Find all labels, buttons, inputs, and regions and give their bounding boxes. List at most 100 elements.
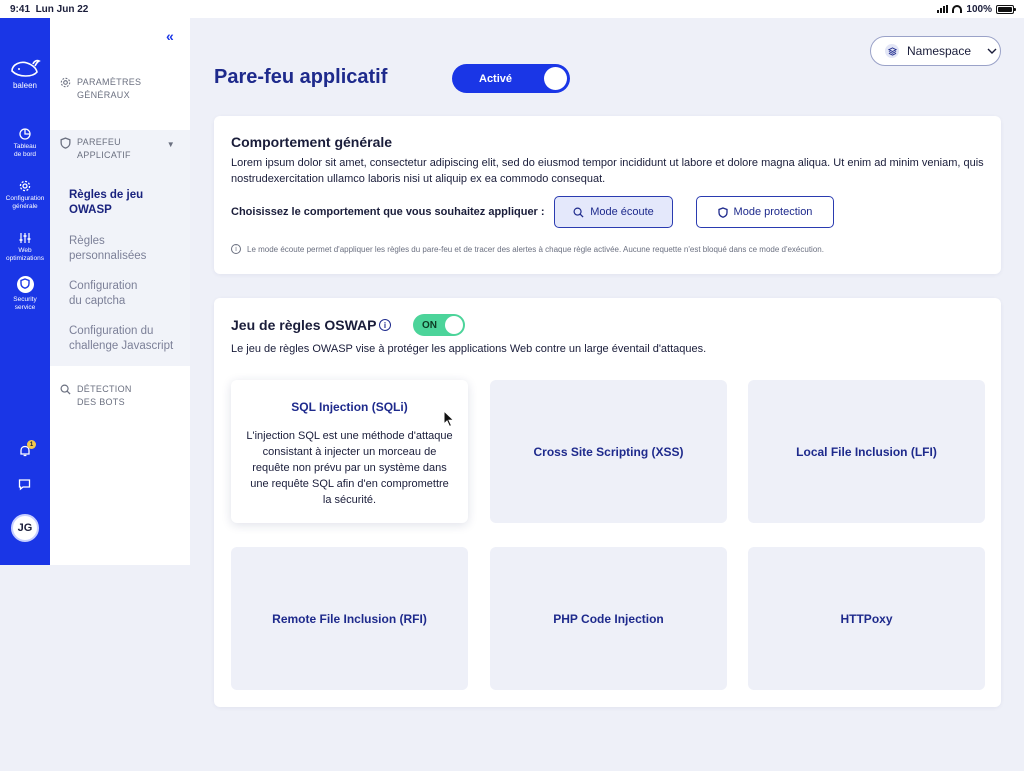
rail-item-label: Web (18, 247, 32, 254)
oswap-card: Jeu de règles OSWAP i ON Le jeu de règle… (214, 298, 1001, 707)
rule-tile-xss[interactable]: Cross Site Scripting (XSS) (490, 380, 727, 523)
rule-tile-httpoxy[interactable]: HTTPoxy (748, 547, 985, 690)
rail-item-label: service (14, 304, 36, 311)
nav-section-firewall[interactable]: PAREFEU APPLICATIF ▼ (60, 136, 185, 162)
rule-title: SQL Injection (SQLi) (291, 400, 408, 414)
rule-tile-lfi[interactable]: Local File Inclusion (LFI) (748, 380, 985, 523)
battery-icon (996, 4, 1016, 14)
page-title: Pare-feu applicatif (214, 66, 388, 88)
nav-section-bot-detection[interactable]: DÉTECTION DES BOTS (60, 383, 185, 409)
user-avatar[interactable]: JG (11, 514, 39, 542)
nav-label-line: APPLICATIF (77, 150, 131, 160)
nav-item-custom-rules[interactable]: Règles personnalisées (69, 234, 187, 264)
nav-item-owasp-rules[interactable]: Règles de jeu OWASP (69, 188, 187, 218)
rail-item-label: optimizations (6, 255, 44, 262)
nav-label-line: Règles de jeu (69, 189, 144, 201)
nav-label-line: Règles (69, 235, 105, 247)
namespace-dropdown[interactable]: Namespace (870, 36, 1001, 66)
rail-item-general-config[interactable]: Configuration générale (0, 180, 50, 211)
rail-item-dashboard[interactable]: Tableau de bord (0, 128, 50, 159)
app-rail: baleen Tableau de bord Configuration gén… (0, 18, 50, 565)
behavior-title: Comportement générale (231, 134, 393, 150)
firewall-active-toggle[interactable]: Activé (452, 64, 570, 93)
nav-label-line: personnalisées (69, 250, 147, 262)
rail-item-label: Security (13, 296, 37, 303)
pie-chart-icon (19, 128, 31, 140)
nav-group-firewall: PAREFEU APPLICATIF ▼ Règles de jeu OWASP… (50, 130, 190, 366)
shield-icon (60, 137, 71, 149)
rule-title: HTTPoxy (840, 611, 893, 626)
rail-item-label: Tableau (13, 143, 37, 150)
nav-item-js-challenge-config[interactable]: Configuration du challenge Javascript (69, 324, 187, 354)
status-time: 9:41 (10, 3, 31, 15)
rail-item-label: générale (12, 203, 38, 210)
status-bar: 9:41 Lun Jun 22 100% (0, 0, 1024, 18)
shield-icon (20, 277, 30, 289)
rule-title: Remote File Inclusion (RFI) (272, 611, 427, 626)
nav-label-line: Configuration (69, 280, 138, 292)
nav-label-line: OWASP (69, 204, 112, 216)
search-icon (60, 384, 71, 395)
rail-item-security-service[interactable]: Security service (0, 276, 50, 312)
nav-label-line: PAREFEU (77, 137, 121, 147)
rule-tile-sqli[interactable]: SQL Injection (SQLi) L'injection SQL est… (231, 380, 468, 523)
info-note-text: Le mode écoute permet d'appliquer les rè… (247, 244, 824, 254)
shield-icon (717, 206, 728, 218)
behavior-description: Lorem ipsum dolor sit amet, consectetur … (231, 157, 984, 185)
nav-label-line: du captcha (69, 295, 126, 307)
behavior-info-note: i Le mode écoute permet d'appliquer les … (231, 244, 824, 254)
info-icon: i (231, 244, 241, 254)
gear-icon (19, 180, 31, 192)
notification-badge: 1 (27, 440, 36, 449)
mouse-cursor-icon (443, 410, 455, 428)
nav-section-general-params[interactable]: PARAMÈTRES GÉNÉRAUX (60, 76, 185, 102)
rule-description: L'injection SQL est une méthode d'attaqu… (246, 430, 453, 506)
mode-listen-label: Mode écoute (590, 206, 654, 218)
status-indicators: 100% (937, 4, 1016, 15)
chevron-down-icon: ▼ (166, 140, 175, 149)
search-icon (573, 207, 584, 218)
wifi-icon (952, 5, 963, 13)
sub-navigation: « PARAMÈTRES GÉNÉRAUX PAREFEU APPLICATIF… (50, 18, 190, 565)
info-icon[interactable]: i (379, 319, 391, 331)
security-active-indicator (16, 276, 34, 293)
nav-section-label: PARAMÈTRES GÉNÉRAUX (77, 76, 141, 102)
nav-label-line: challenge Javascript (69, 340, 174, 352)
toggle-label: ON (422, 319, 437, 331)
mode-listen-button[interactable]: Mode écoute (554, 196, 673, 228)
whale-icon (11, 59, 41, 77)
status-date: Lun Jun 22 (35, 3, 89, 15)
mode-protection-label: Mode protection (733, 206, 813, 218)
nav-label-line: Configuration du (69, 325, 154, 337)
rail-item-label: Configuration (5, 195, 45, 202)
messages-button[interactable] (18, 478, 31, 496)
nav-section-label: DÉTECTION DES BOTS (77, 383, 132, 409)
nav-label-line: DÉTECTION (77, 384, 132, 394)
brand-logo: baleen (0, 58, 50, 90)
behavior-card: Comportement générale Lorem ipsum dolor … (214, 116, 1001, 274)
rule-tile-rfi[interactable]: Remote File Inclusion (RFI) (231, 547, 468, 690)
namespace-label: Namespace (907, 44, 972, 58)
oswap-title: Jeu de règles OSWAP (231, 317, 377, 333)
chat-icon (18, 479, 31, 491)
oswap-description: Le jeu de règles OWASP vise à protéger l… (231, 343, 707, 355)
nav-item-captcha-config[interactable]: Configuration du captcha (69, 279, 187, 309)
behavior-choose-label: Choisissez le comportement que vous souh… (231, 206, 545, 218)
toggle-knob (544, 67, 567, 90)
mode-protection-button[interactable]: Mode protection (696, 196, 834, 228)
rule-title: Local File Inclusion (LFI) (796, 444, 937, 459)
rule-title: Cross Site Scripting (XSS) (533, 444, 684, 459)
oswap-toggle[interactable]: ON (413, 314, 465, 336)
rail-item-web-optimizations[interactable]: Web optimizations (0, 232, 50, 263)
chevron-down-icon (987, 48, 997, 54)
rule-tile-php-injection[interactable]: PHP Code Injection (490, 547, 727, 690)
rule-title: PHP Code Injection (553, 611, 664, 626)
nav-section-label: PAREFEU APPLICATIF (77, 136, 131, 162)
status-time-date: 9:41 Lun Jun 22 (10, 4, 88, 15)
rail-item-label: de bord (13, 151, 37, 158)
collapse-sidebar-button[interactable]: « (166, 28, 174, 44)
notifications-button[interactable]: 1 (18, 440, 36, 458)
layers-icon (885, 44, 899, 58)
gear-icon (60, 77, 71, 88)
brand-name: baleen (12, 81, 38, 90)
